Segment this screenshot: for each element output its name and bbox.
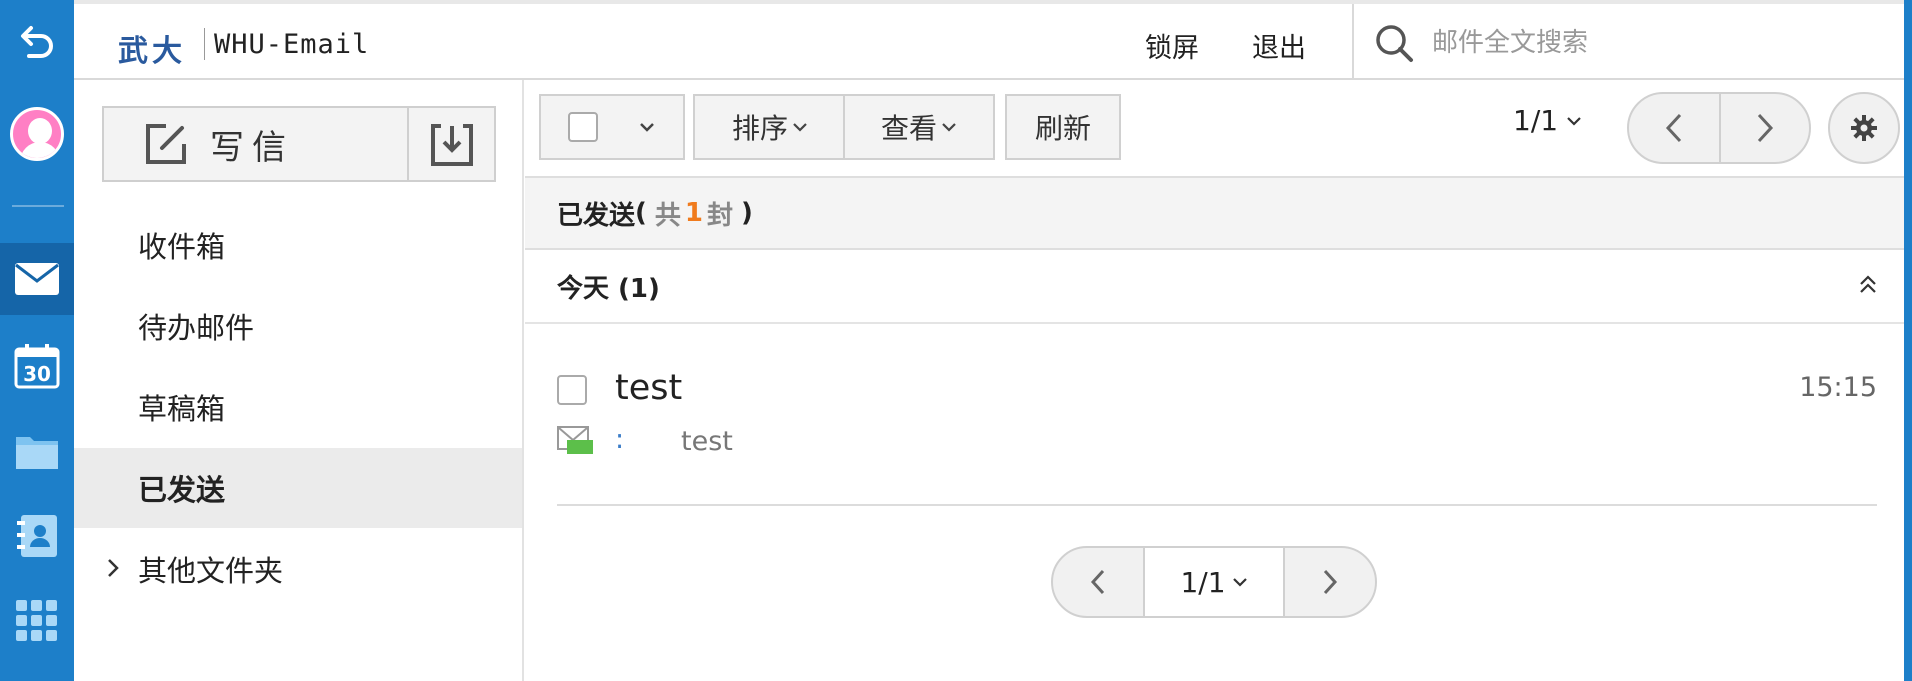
date-group-label: 今天 (1) bbox=[557, 273, 660, 304]
logo: 武大 bbox=[118, 34, 186, 69]
mail-checkbox[interactable] bbox=[557, 375, 587, 405]
mail-list-item[interactable]: test 15:15 : test bbox=[557, 324, 1877, 506]
folder-sent[interactable]: 已发送 bbox=[74, 448, 522, 528]
folder-other[interactable]: 其他文件夹 bbox=[74, 529, 522, 609]
chevron-left-icon bbox=[1090, 569, 1105, 595]
calendar-icon: 30 bbox=[14, 344, 60, 389]
top-header: 武大 WHU-Email 锁屏 退出 bbox=[74, 0, 1912, 80]
logo-subtitle: WHU-Email bbox=[214, 29, 370, 60]
folder-label: 待办邮件 bbox=[138, 311, 255, 345]
import-icon bbox=[430, 124, 473, 166]
sent-mail-icon bbox=[557, 426, 593, 454]
window-edge bbox=[1904, 0, 1912, 681]
view-dropdown[interactable]: 查看 bbox=[843, 94, 995, 160]
folder-title-bar: 已发送 ( 共 1 封 ) bbox=[525, 176, 1904, 250]
refresh-button[interactable]: 刷新 bbox=[1005, 94, 1121, 160]
select-all-checkbox[interactable] bbox=[568, 112, 598, 142]
folder-todo[interactable]: 待办邮件 bbox=[74, 286, 522, 366]
back-icon bbox=[21, 26, 53, 58]
rail-apps[interactable] bbox=[0, 590, 74, 652]
page-indicator: 1/1 bbox=[1180, 565, 1226, 599]
folder-inbox[interactable]: 收件箱 bbox=[74, 205, 522, 285]
logo-divider bbox=[204, 28, 205, 60]
prev-page-button[interactable] bbox=[1053, 548, 1143, 616]
folder-label: 已发送 bbox=[138, 473, 226, 507]
select-all-dropdown[interactable] bbox=[539, 94, 685, 160]
mail-icon bbox=[15, 263, 59, 295]
settings-button[interactable] bbox=[1828, 92, 1900, 164]
compose-label: 写信 bbox=[210, 127, 294, 168]
avatar bbox=[10, 107, 64, 161]
refresh-label: 刷新 bbox=[1034, 112, 1091, 145]
folder-label: 草稿箱 bbox=[138, 392, 226, 426]
bottom-pagination: 1/1 bbox=[1051, 546, 1377, 618]
search-bar bbox=[1374, 18, 1844, 68]
mail-toolbar: 排序 查看 刷新 1/1 bbox=[525, 80, 1904, 176]
sort-dropdown[interactable]: 排序 bbox=[693, 94, 847, 160]
user-avatar-button[interactable] bbox=[0, 103, 74, 165]
folder-icon bbox=[16, 437, 58, 469]
mail-time: 15:15 bbox=[1799, 372, 1877, 403]
sort-label: 排序 bbox=[731, 112, 788, 145]
mail-sender-separator: : bbox=[615, 424, 625, 455]
chevron-down-icon bbox=[1567, 116, 1581, 126]
collapse-icon[interactable] bbox=[1858, 274, 1878, 296]
rail-mail[interactable] bbox=[0, 243, 74, 315]
prev-page-button[interactable] bbox=[1629, 94, 1719, 162]
search-icon[interactable] bbox=[1374, 23, 1414, 63]
next-page-button[interactable] bbox=[1285, 548, 1375, 616]
mail-subject: test bbox=[615, 368, 683, 408]
mail-list-panel: 排序 查看 刷新 1/1 已发送 (共 1 封) 今天 (1) test 1… bbox=[525, 80, 1904, 681]
logout-link[interactable]: 退出 bbox=[1252, 26, 1306, 65]
page-selector[interactable]: 1/1 bbox=[1143, 548, 1285, 616]
view-label: 查看 bbox=[880, 112, 937, 145]
page-indicator: 1/1 bbox=[1513, 104, 1559, 137]
compose-icon bbox=[146, 124, 186, 164]
chevron-down-icon bbox=[793, 123, 807, 132]
search-input[interactable] bbox=[1432, 28, 1832, 58]
chevron-down-icon bbox=[942, 123, 956, 132]
page-selector[interactable]: 1/1 bbox=[1513, 104, 1582, 137]
app-rail: 30 bbox=[0, 0, 74, 681]
rail-divider bbox=[12, 205, 64, 207]
apps-grid-icon bbox=[16, 600, 57, 641]
compose-group: 写信 bbox=[102, 106, 496, 182]
folder-count: 1 bbox=[684, 198, 704, 228]
chevron-left-icon bbox=[1665, 113, 1682, 143]
gear-icon bbox=[1851, 115, 1877, 141]
chevron-right-icon[interactable] bbox=[106, 557, 120, 579]
folder-count-open: ( bbox=[635, 198, 647, 228]
rail-calendar[interactable]: 30 bbox=[0, 335, 74, 397]
contacts-icon bbox=[17, 515, 57, 557]
folder-label: 其他文件夹 bbox=[138, 554, 284, 588]
folder-label: 收件箱 bbox=[138, 230, 226, 264]
chevron-down-icon bbox=[1232, 578, 1247, 587]
rail-folders[interactable] bbox=[0, 420, 74, 482]
folder-count-suffix: 封 bbox=[707, 200, 734, 231]
chevron-down-icon bbox=[640, 123, 654, 132]
import-button[interactable] bbox=[409, 108, 494, 180]
chevron-right-icon bbox=[1757, 113, 1774, 143]
back-button[interactable] bbox=[0, 12, 74, 72]
compose-button[interactable]: 写信 bbox=[104, 108, 409, 180]
page-nav bbox=[1627, 92, 1811, 164]
folder-count-close: ) bbox=[741, 198, 753, 228]
rail-contacts[interactable] bbox=[0, 505, 74, 567]
folder-count-prefix: 共 bbox=[654, 200, 681, 231]
next-page-button[interactable] bbox=[1719, 94, 1809, 162]
folder-title: 已发送 bbox=[557, 200, 636, 231]
folder-sidebar: 写信 收件箱 待办邮件 草稿箱 已发送 其他文件夹 bbox=[74, 80, 524, 681]
lock-screen-link[interactable]: 锁屏 bbox=[1145, 26, 1199, 65]
chevron-right-icon bbox=[1323, 569, 1338, 595]
date-group-header: 今天 (1) bbox=[525, 250, 1904, 324]
svg-text:30: 30 bbox=[23, 362, 51, 386]
mail-preview: test bbox=[681, 426, 733, 457]
folder-drafts[interactable]: 草稿箱 bbox=[74, 367, 522, 447]
